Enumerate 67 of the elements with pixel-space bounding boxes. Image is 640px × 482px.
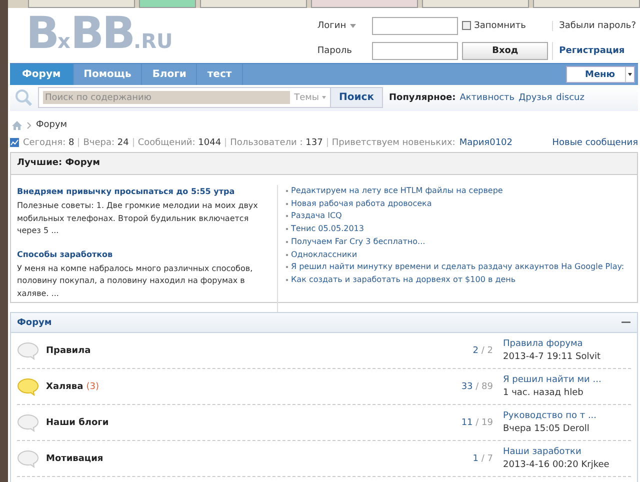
browser-tab[interactable] [533,0,640,8]
last-post-meta: Вчера 15:05 Deroll [503,422,590,436]
forum-name-link[interactable]: Халява (3) [46,382,433,392]
remember-label: Запомнить [474,20,526,30]
popular-label: Популярное: [389,92,456,102]
menu-button[interactable]: Меню [566,66,635,83]
article-title-link[interactable]: Внедряем привычку просыпаться до 5:55 утра [17,187,267,196]
panel-title: Форум [17,318,52,328]
topic-post-count: 1 / 7 [472,454,493,464]
last-post-meta: 2013-4-16 00:20 Krjkee [503,458,610,472]
home-icon[interactable] [12,120,22,130]
topic-link[interactable]: Как создать и заработать на дорвеях от $100 в день [291,274,516,287]
caret-icon[interactable] [628,73,632,78]
stat-text: Вчера: 24 [83,138,129,148]
user-link[interactable]: Мария0102 [459,138,513,148]
breadcrumb-link[interactable]: Форум [36,120,68,130]
popular-link[interactable]: discuz [556,92,584,102]
search-icon[interactable] [14,88,34,106]
topic-link[interactable]: Редактируем на лету все HTLM файлы на сервере [291,185,503,198]
search-button[interactable]: Поиск [330,88,382,107]
stat-text: Пользователи : 137 [230,138,323,148]
topic-link[interactable]: Тенис 05.05.2013 [291,223,364,236]
topic-link[interactable]: Я решил найти минутку времени и сделать раздачу аккаунтов На Google Play: [291,261,624,274]
last-post-link[interactable]: Я решил найти ми ... [503,374,631,386]
last-post-link[interactable]: Руководство по т ... [503,410,631,422]
forum-name-link[interactable]: Мотивация [46,454,433,464]
last-post-meta: 2013-4-7 19:11 Solvit [503,350,602,364]
article-title-link[interactable]: Способы заработков [17,250,267,258]
password-label: Пароль [317,46,352,56]
article-excerpt: Полезные советы: 1. Две громкие мелодии на моих двух мобильных телефонах. Второй будильник включается через 5 ... [17,200,259,237]
password-field[interactable] [372,42,458,60]
login-field[interactable] [372,16,458,34]
browser-tab[interactable] [138,0,196,8]
topic-link[interactable]: Получаем Far Cry 3 бесплатно... [291,236,426,249]
panel-title: Лучшие: Форум [11,153,637,175]
topic-post-count: 11 / 19 [460,418,493,428]
article-excerpt: У меня на компе набралось много различных способов, половину покупал, а половину находил на форумах в халяве. ... [17,262,254,300]
topic-link[interactable]: Раздача ICQ [291,210,342,224]
popular-link[interactable]: Активность [460,92,515,102]
nav-tab[interactable]: Форум [10,64,74,85]
chart-icon [10,138,19,147]
login-label: Логин [317,20,346,30]
last-post-meta: 1 час. назад hleb [503,386,584,400]
forum-name-link[interactable]: Наши блоги [46,418,433,428]
topic-link[interactable]: Новая рабочая работа дровосека [291,198,432,210]
forgot-password-link[interactable]: Забыли пароль? [552,20,636,30]
browser-tab[interactable] [28,0,135,8]
browser-tab[interactable] [311,0,418,8]
collapse-button[interactable]: — [621,317,631,328]
register-link[interactable]: Регистрация [552,42,636,60]
last-post-link[interactable]: Наши заработки [503,446,631,458]
browser-tab[interactable] [422,0,530,8]
search-field[interactable]: Поиск по содержанию [43,91,290,104]
topic-link[interactable]: Одноклассники [291,248,358,262]
browser-tab[interactable] [200,0,308,8]
topic-post-count: 2 / 2 [472,346,493,356]
stat-text: Сообщений: 1044 [138,138,222,148]
popular-link[interactable]: Друзья [518,92,552,102]
stat-text: Сегодня: 8 [23,138,74,148]
forum-name-link[interactable]: Правила [46,346,433,356]
chevron-icon [27,122,31,128]
welcome-label: Приветствуем новеньких: [332,138,456,148]
topic-post-count: 33 / 89 [460,382,493,392]
remember-checkbox[interactable] [462,21,472,30]
login-button[interactable]: Вход [462,42,548,60]
last-post-link[interactable]: Правила форума [503,338,631,350]
new-posts-link[interactable]: Новые сообщения [552,138,638,148]
